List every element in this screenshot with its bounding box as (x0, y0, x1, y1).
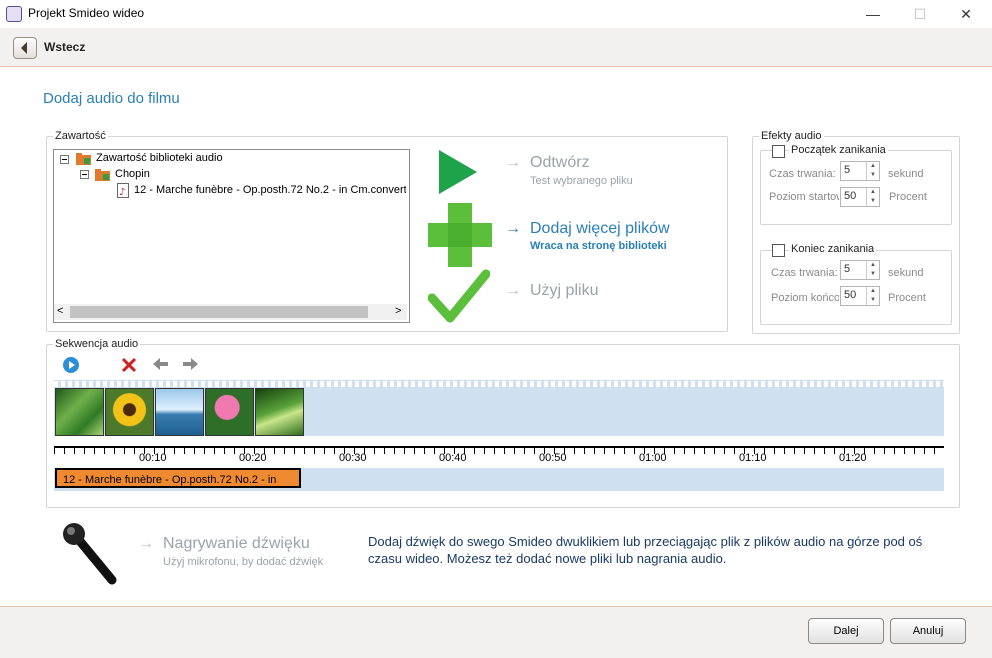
tree-expander[interactable] (80, 169, 90, 183)
scrollbar-thumb[interactable] (70, 306, 368, 318)
title-bar (0, 0, 992, 28)
fade-out-duration-spinner[interactable]: 5 ▲ ▼ (840, 260, 880, 280)
fade-out-checkbox[interactable] (772, 244, 785, 257)
audio-clip[interactable]: 12 - Marche funèbre - Op.posth.72 No.2 -… (55, 468, 301, 488)
toolbar (0, 28, 992, 67)
tree-expander[interactable] (60, 154, 70, 168)
timeline-tick-label: 00:20 (239, 452, 267, 464)
timeline-tick-label: 01:10 (739, 452, 767, 464)
use-file-action-title[interactable]: Użyj pliku (530, 282, 598, 300)
content-group-legend: Zawartość (53, 130, 108, 142)
svg-text:♪: ♪ (119, 187, 125, 198)
add-files-action-title[interactable]: Dodaj więcej plików (530, 220, 670, 238)
window-title: Projekt Smideo wideo (28, 6, 145, 20)
record-subtitle: Użyj mikrofonu, by dodać dźwięk (163, 556, 324, 568)
fade-out-level-unit: Procent (888, 292, 926, 304)
move-left-icon[interactable] (153, 358, 169, 373)
scroll-right-button[interactable]: > (395, 305, 401, 317)
sequence-group-legend: Sekwencja audio (53, 338, 141, 350)
timeline-tick-label: 00:30 (339, 452, 367, 464)
video-thumbnail[interactable] (155, 388, 204, 436)
timeline-ruler[interactable] (54, 446, 944, 468)
timeline-tick-label: 01:00 (639, 452, 667, 464)
play-action-subtitle: Test wybranego pliku (530, 175, 633, 187)
fade-in-level-spinner[interactable]: 50 ▲ ▼ (840, 187, 880, 207)
tree-item-root[interactable]: Zawartość biblioteki audio (96, 152, 223, 164)
effects-group-legend: Efekty audio (759, 130, 824, 142)
fade-in-checkbox[interactable] (772, 145, 785, 158)
fade-in-duration-spinner[interactable]: 5 ▲ ▼ (840, 161, 880, 181)
fade-out-label: Koniec zanikania (789, 243, 877, 255)
add-icon[interactable] (428, 203, 492, 270)
video-thumbnail[interactable] (55, 388, 104, 436)
fade-out-level-label: Poziom końco (771, 292, 839, 304)
arrow-right-icon: → (505, 154, 521, 171)
timeline-tick-label: 01:20 (839, 452, 867, 464)
next-button[interactable]: Dalej (808, 618, 884, 644)
video-thumbnail[interactable] (255, 388, 304, 436)
back-arrow-icon (21, 42, 27, 54)
help-text: Dodaj dźwięk do swego Smideo dwuklikiem … (368, 534, 923, 566)
video-thumbnail[interactable] (105, 388, 154, 436)
back-button[interactable] (13, 37, 37, 59)
video-thumbnail[interactable] (205, 388, 254, 436)
fade-out-duration-unit: sekund (888, 267, 924, 279)
back-label[interactable]: Wstecz (44, 40, 85, 54)
fade-in-duration-label: Czas trwania: (769, 168, 836, 180)
fade-in-duration-unit: sekund (888, 168, 924, 180)
fade-in-level-label: Poziom startow (769, 191, 839, 203)
tree-item-file[interactable]: 12 - Marche funèbre - Op.posth.72 No.2 -… (134, 184, 406, 196)
arrow-right-icon: → (505, 282, 521, 299)
cancel-button[interactable]: Anuluj (890, 618, 966, 644)
timeline-tick-label: 00:10 (139, 452, 167, 464)
close-button[interactable]: ✕ (943, 0, 989, 28)
fade-out-level-spinner[interactable]: 50 ▲ ▼ (840, 286, 880, 306)
folder-icon (76, 152, 92, 169)
folder-icon (95, 168, 111, 185)
scroll-left-button[interactable]: < (57, 305, 63, 317)
page-title: Dodaj audio do filmu (43, 90, 180, 107)
fade-in-level-unit: Procent (889, 191, 927, 203)
delete-icon[interactable] (120, 356, 138, 377)
arrow-right-icon: → (505, 220, 521, 237)
film-perforations (54, 381, 944, 387)
timeline-tick-label: 00:50 (539, 452, 567, 464)
fade-in-label: Początek zanikania (789, 144, 888, 156)
arrow-right-icon: → (138, 535, 154, 552)
checkmark-icon[interactable] (427, 268, 491, 331)
maximize-button[interactable]: ☐ (897, 0, 943, 28)
app-icon (6, 6, 22, 22)
play-icon[interactable] (437, 148, 479, 199)
audio-file-icon: ♪ (117, 183, 129, 201)
timeline-tick-label: 00:40 (439, 452, 467, 464)
microphone-icon[interactable] (60, 520, 120, 589)
film-perforations (54, 437, 944, 443)
minimize-button[interactable]: — (850, 0, 896, 28)
add-files-action-subtitle: Wraca na stronę biblioteki (530, 240, 667, 252)
play-sequence-icon[interactable] (62, 356, 80, 377)
tree-item-folder[interactable]: Chopin (115, 168, 150, 180)
fade-out-duration-label: Czas trwania: (771, 267, 838, 279)
play-action-title[interactable]: Odtwórz (530, 154, 590, 172)
move-right-icon[interactable] (183, 358, 199, 373)
record-title[interactable]: Nagrywanie dźwięku (163, 535, 310, 553)
